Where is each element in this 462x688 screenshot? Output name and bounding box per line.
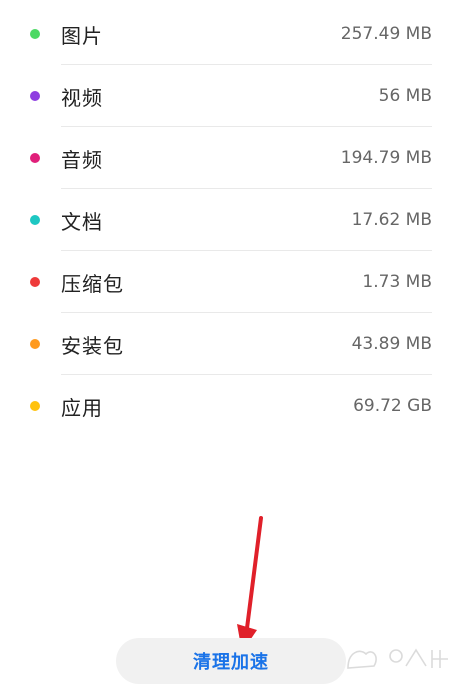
list-item-label: 图片 bbox=[61, 23, 103, 48]
list-item-size: 17.62 MB bbox=[351, 210, 432, 230]
list-item-audio[interactable]: 音频 194.79 MB bbox=[0, 127, 462, 189]
videos-color-dot bbox=[30, 91, 40, 101]
apps-color-dot bbox=[30, 401, 40, 411]
list-item-installers[interactable]: 安装包 43.89 MB bbox=[0, 313, 462, 375]
audio-color-dot bbox=[30, 153, 40, 163]
list-item-apps[interactable]: 应用 69.72 GB bbox=[0, 375, 462, 437]
list-item-size: 1.73 MB bbox=[362, 272, 432, 292]
list-item-label: 应用 bbox=[61, 395, 103, 420]
list-item-documents[interactable]: 文档 17.62 MB bbox=[0, 189, 462, 251]
list-item-images[interactable]: 图片 257.49 MB bbox=[0, 3, 462, 65]
documents-color-dot bbox=[30, 215, 40, 225]
images-color-dot bbox=[30, 29, 40, 39]
list-item-label: 音频 bbox=[61, 147, 103, 172]
list-item-label: 视频 bbox=[61, 85, 103, 110]
list-item-size: 69.72 GB bbox=[353, 396, 432, 416]
clean-speedup-button[interactable]: 清理加速 bbox=[116, 638, 346, 684]
storage-screen: 图片 257.49 MB 视频 56 MB 音频 194.79 MB 文档 17… bbox=[0, 0, 462, 688]
storage-category-list: 图片 257.49 MB 视频 56 MB 音频 194.79 MB 文档 17… bbox=[0, 3, 462, 437]
list-item-label: 文档 bbox=[61, 209, 103, 234]
list-item-size: 257.49 MB bbox=[340, 24, 432, 44]
list-item-size: 56 MB bbox=[378, 86, 432, 106]
installers-color-dot bbox=[30, 339, 40, 349]
archives-color-dot bbox=[30, 277, 40, 287]
list-item-label: 压缩包 bbox=[61, 271, 124, 296]
list-item-archives[interactable]: 压缩包 1.73 MB bbox=[0, 251, 462, 313]
list-item-size: 194.79 MB bbox=[340, 148, 432, 168]
list-item-label: 安装包 bbox=[61, 333, 124, 358]
list-item-size: 43.89 MB bbox=[351, 334, 432, 354]
baidu-jingyan-watermark-icon bbox=[347, 648, 448, 669]
list-item-videos[interactable]: 视频 56 MB bbox=[0, 65, 462, 127]
